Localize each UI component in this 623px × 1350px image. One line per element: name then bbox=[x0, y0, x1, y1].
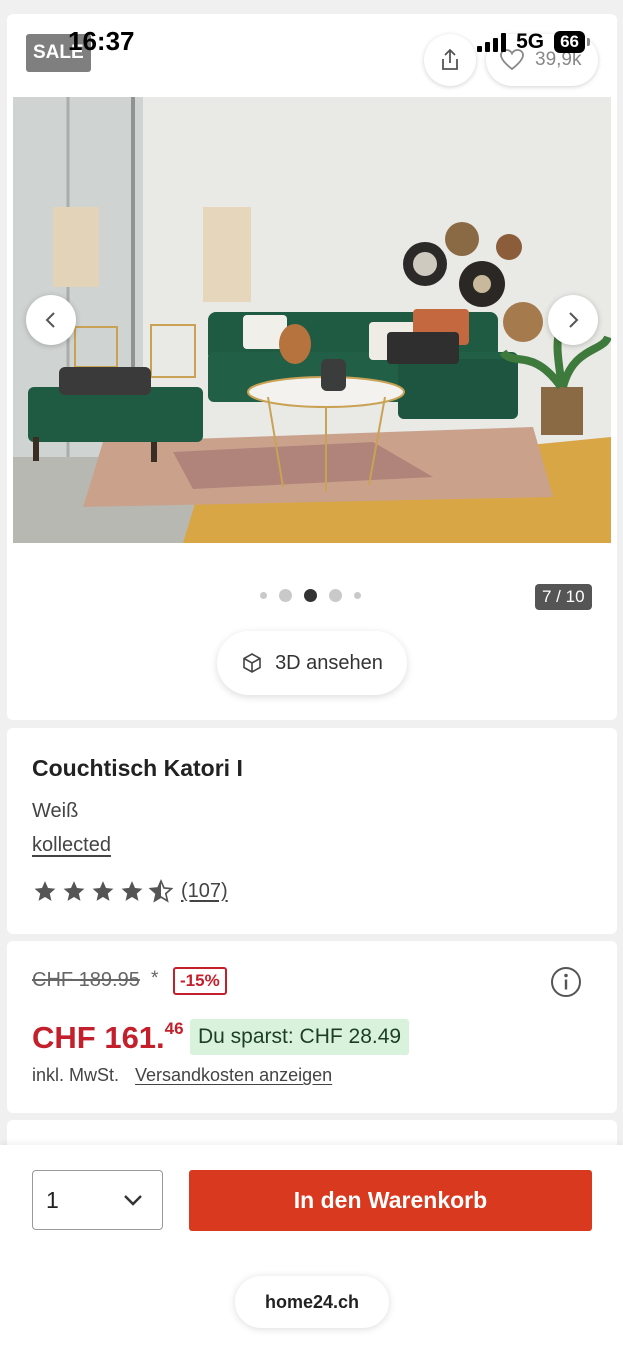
price-info-button[interactable] bbox=[550, 966, 582, 1003]
carousel-dot[interactable] bbox=[260, 592, 267, 599]
add-to-cart-button[interactable]: In den Warenkorb bbox=[189, 1170, 592, 1231]
battery-icon: 66 bbox=[554, 31, 590, 53]
star-icon bbox=[92, 881, 114, 901]
old-price: CHF 189.95 bbox=[32, 969, 140, 991]
product-title: Couchtisch Katori I bbox=[32, 755, 243, 781]
carousel-dot[interactable] bbox=[329, 589, 342, 602]
review-count[interactable]: (107) bbox=[181, 880, 228, 903]
vat-note: inkl. MwSt. bbox=[32, 1065, 120, 1085]
savings-badge: Du sparst: CHF 28.49 bbox=[190, 1019, 410, 1055]
shipping-costs-link[interactable]: Versandkosten anzeigen bbox=[135, 1065, 332, 1086]
network-type: 5G bbox=[516, 30, 545, 53]
discount-badge: -15% bbox=[173, 967, 227, 995]
status-icons: 5G 66 bbox=[477, 30, 590, 54]
chevron-right-icon bbox=[569, 312, 579, 328]
living-room-scene bbox=[13, 97, 611, 543]
current-price: CHF 161.46 bbox=[32, 1019, 184, 1056]
info-icon bbox=[551, 967, 581, 997]
price-footnote-marker: * bbox=[151, 968, 159, 989]
browser-url-bar[interactable]: home24.ch bbox=[235, 1276, 389, 1328]
signal-icon bbox=[477, 32, 507, 52]
carousel-dot[interactable] bbox=[354, 592, 361, 599]
star-icon bbox=[121, 881, 143, 901]
image-counter: 7 / 10 bbox=[535, 584, 592, 610]
status-time: 16:37 bbox=[68, 26, 135, 56]
chevron-down-icon bbox=[124, 1195, 142, 1206]
carousel-dot[interactable] bbox=[279, 589, 292, 602]
rating[interactable]: (107) bbox=[32, 879, 228, 904]
cube-icon bbox=[243, 653, 261, 673]
price-main: CHF 161. bbox=[32, 1020, 165, 1055]
quantity-select[interactable]: 1 bbox=[32, 1170, 163, 1230]
previous-image-button[interactable] bbox=[26, 295, 76, 345]
product-color: Weiß bbox=[32, 800, 79, 822]
carousel-dot-active[interactable] bbox=[304, 589, 317, 602]
quantity-value: 1 bbox=[46, 1186, 59, 1213]
share-icon bbox=[442, 48, 458, 70]
brand-link[interactable]: kollected bbox=[32, 834, 111, 857]
price-cents: 46 bbox=[164, 1019, 184, 1038]
view-3d-button[interactable]: 3D ansehen bbox=[217, 631, 407, 695]
share-button[interactable] bbox=[424, 34, 476, 86]
next-image-button[interactable] bbox=[548, 295, 598, 345]
star-half-icon bbox=[148, 879, 174, 903]
star-icon bbox=[63, 881, 85, 901]
product-image[interactable] bbox=[13, 97, 611, 543]
star-icon bbox=[34, 881, 56, 901]
view-3d-label: 3D ansehen bbox=[275, 651, 383, 674]
carousel-dots[interactable] bbox=[260, 589, 361, 602]
chevron-left-icon bbox=[45, 312, 55, 328]
